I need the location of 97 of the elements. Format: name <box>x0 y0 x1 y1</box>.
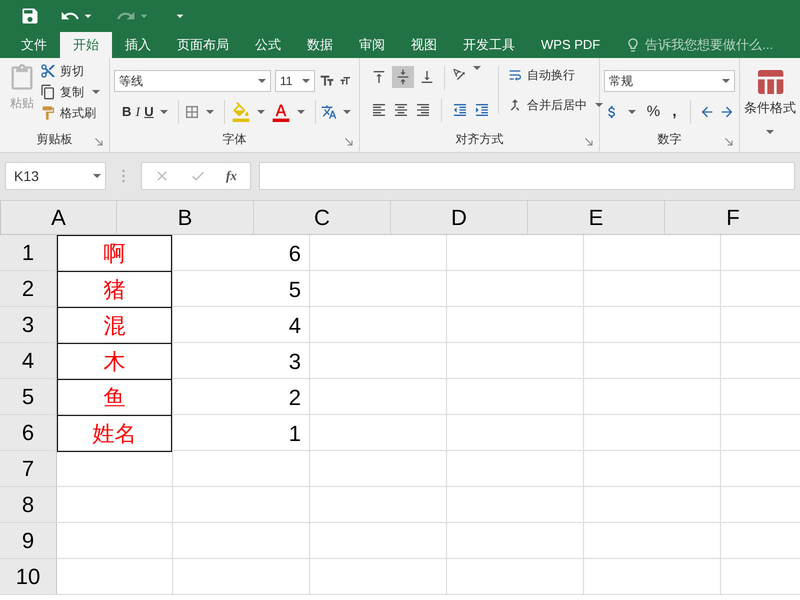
group-label: 对齐方式 <box>456 131 504 148</box>
caret-icon <box>92 90 100 94</box>
column-header[interactable]: C <box>254 201 391 234</box>
caret-icon[interactable] <box>258 79 266 83</box>
tell-me-field[interactable]: 告诉我您想要做什么... <box>625 32 774 58</box>
group-label: 字体 <box>222 131 246 148</box>
group-label: 数字 <box>658 131 682 148</box>
caret-icon[interactable] <box>296 110 305 114</box>
font-color-icon[interactable] <box>270 102 291 122</box>
caret-icon <box>766 130 774 134</box>
ribbon-tab[interactable]: 页面布局 <box>164 32 242 58</box>
font-size-field[interactable]: 11 <box>275 70 315 92</box>
percent-button[interactable]: % <box>644 100 663 124</box>
column-header[interactable]: D <box>391 201 528 234</box>
underline-button[interactable]: U <box>144 102 154 122</box>
ribbon-tab[interactable]: 审阅 <box>346 32 398 58</box>
vertical-align-button[interactable] <box>392 66 414 88</box>
table-cell: 木 <box>57 342 172 380</box>
caret-icon[interactable] <box>206 110 214 114</box>
row-header[interactable]: 6 <box>0 415 57 450</box>
dialog-launcher-icon[interactable] <box>343 136 355 148</box>
dialog-launcher-icon[interactable] <box>93 136 105 148</box>
align-right-icon[interactable] <box>415 102 431 118</box>
row-header[interactable]: 8 <box>0 487 57 522</box>
phonetic-icon[interactable] <box>320 104 337 120</box>
ribbon-tab[interactable]: 开始 <box>60 32 112 58</box>
table-cell: 啊 <box>57 234 172 272</box>
decrease-indent-icon[interactable] <box>452 102 468 118</box>
group-label: 剪贴板 <box>36 131 72 148</box>
format-painter-button[interactable]: 格式刷 <box>40 104 104 122</box>
table-cell-text: 6 <box>288 240 302 268</box>
font-shrink-icon[interactable] <box>339 75 351 87</box>
column-header[interactable]: B <box>117 201 254 234</box>
dialog-launcher-icon[interactable] <box>583 136 595 148</box>
cut-button[interactable]: 剪切 <box>40 62 104 80</box>
name-box[interactable]: K13 <box>5 162 106 190</box>
ribbon-tab[interactable]: 视图 <box>398 32 450 58</box>
number-format-field[interactable]: 常规 <box>604 70 735 92</box>
row-header[interactable]: 2 <box>0 271 57 306</box>
caret-icon[interactable] <box>302 79 310 83</box>
table-cell: 混 <box>57 306 172 344</box>
copy-icon <box>40 84 56 100</box>
caret-icon[interactable] <box>160 110 168 114</box>
align-left-icon[interactable] <box>371 102 387 118</box>
insert-function-label[interactable]: fx <box>226 166 237 186</box>
caret-icon <box>595 103 603 107</box>
caret-icon[interactable] <box>722 79 730 83</box>
caret-icon[interactable] <box>93 174 101 178</box>
ribbon-tab[interactable]: 数据 <box>294 32 346 58</box>
table-cell: 鱼 <box>57 378 172 416</box>
row-header[interactable]: 10 <box>0 559 57 594</box>
align-center-icon[interactable] <box>393 102 409 118</box>
row-header[interactable]: 4 <box>0 343 57 378</box>
borders-icon[interactable] <box>184 104 200 120</box>
table-cell-text: 1 <box>288 420 302 448</box>
grip-icon[interactable] <box>122 169 125 183</box>
vertical-align-icon <box>419 69 435 85</box>
fill-color-icon[interactable] <box>230 102 251 122</box>
table-cell: 姓名 <box>57 414 172 452</box>
vertical-align-icon <box>395 69 411 85</box>
orientation-icon[interactable] <box>451 66 467 82</box>
vertical-align-icon <box>371 69 387 85</box>
table-cell-text: 2 <box>288 384 302 412</box>
conditional-format-button[interactable]: 条件格式 <box>740 58 800 134</box>
table-cell-text: 4 <box>288 312 302 340</box>
caret-icon[interactable] <box>473 66 481 70</box>
ribbon-tab[interactable]: 插入 <box>112 32 164 58</box>
row-header[interactable]: 9 <box>0 523 57 558</box>
row-header[interactable]: 3 <box>0 307 57 342</box>
caret-icon[interactable] <box>342 110 351 114</box>
bold-button[interactable]: B <box>122 102 132 122</box>
increase-indent-icon[interactable] <box>474 102 490 118</box>
ribbon-tab[interactable]: 公式 <box>242 32 294 58</box>
comma-style-button[interactable]: , <box>666 100 682 124</box>
ribbon-tab[interactable]: WPS PDF <box>528 32 614 58</box>
scissors-icon <box>40 63 56 79</box>
italic-button[interactable]: I <box>133 102 142 122</box>
table-cell-text: 3 <box>288 348 302 376</box>
table-cell: 猪 <box>57 270 172 308</box>
column-header[interactable]: A <box>1 201 117 234</box>
ribbon-tab[interactable]: 开发工具 <box>450 32 528 58</box>
column-header[interactable]: F <box>665 201 800 234</box>
caret-icon[interactable] <box>256 110 265 114</box>
row-header[interactable]: 5 <box>0 379 57 414</box>
row-header[interactable]: 1 <box>0 235 57 270</box>
dialog-launcher-icon[interactable] <box>723 136 735 148</box>
formula-input[interactable] <box>259 162 795 190</box>
row-header[interactable]: 7 <box>0 451 57 486</box>
caret-icon[interactable] <box>628 110 636 114</box>
copy-button[interactable]: 复制 <box>40 83 104 101</box>
table-cell-text: 5 <box>288 276 302 304</box>
save-icon[interactable] <box>20 6 40 26</box>
font-name-field[interactable]: 等线 <box>114 70 271 92</box>
ribbon-tab[interactable]: 文件 <box>8 32 60 58</box>
paintbrush-icon <box>40 105 56 121</box>
column-header[interactable]: E <box>528 201 665 234</box>
merge-center-button[interactable]: 合并后居中 <box>507 96 607 114</box>
